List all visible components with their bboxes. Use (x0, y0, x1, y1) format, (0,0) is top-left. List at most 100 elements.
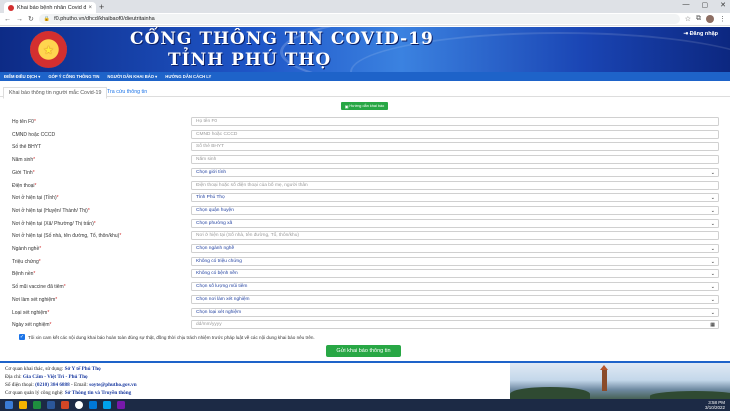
chrome-icon[interactable] (75, 401, 83, 409)
tab-tra-cuu[interactable]: Tra cứu thông tin (102, 87, 152, 97)
os-taskbar: 3:58 PM 3/10/2022 (0, 399, 730, 411)
bookmark-star-icon[interactable]: ☆ (685, 15, 691, 23)
extensions-icon[interactable]: ⧉ (696, 15, 701, 23)
text-field[interactable]: Số thẻ BHYT (191, 142, 719, 152)
word-icon[interactable] (47, 401, 55, 409)
field-label: Năm sinh* (12, 157, 36, 164)
login-link[interactable]: ⇥ Đăng nhập (683, 31, 718, 37)
login-icon: ⇥ (683, 31, 689, 37)
reload-icon[interactable]: ↻ (28, 15, 34, 23)
chevron-down-icon: ⌄ (710, 271, 715, 278)
select-field[interactable]: Chọn ngành nghề ⌄ (191, 244, 719, 253)
consent-row: ✓ Tôi xin cam kết các nội dung khai báo … (19, 334, 315, 340)
maximize-button[interactable]: ▢ (702, 1, 709, 9)
submit-button[interactable]: Gửi khai báo thông tin (326, 345, 401, 357)
chevron-down-icon: ⌄ (710, 296, 715, 303)
text-field[interactable]: Điện thoại hoặc số điện thoại của bố mẹ,… (191, 180, 719, 190)
form-row: CMND hoặc CCCD CMND hoặc CCCD (0, 129, 730, 140)
banner-title-line2: TỈNH PHÚ THỌ (168, 50, 332, 70)
footer-line-agency: Cơ quan khai thác, sử dụng: Sở Y tế Phú … (5, 366, 101, 372)
field-label: Nơi ở hiện tại (Huyện/ Thành/ Thị)* (12, 207, 90, 214)
footer-line-address: Địa chỉ: Gia Cẩm - Việt Trì - Phú Thọ (5, 374, 88, 380)
form-row: Giới Tính* Chọn giới tính ⌄ (0, 167, 730, 178)
field-label: Ngày xét nghiệm* (12, 322, 52, 329)
select-field[interactable]: Chọn nơi làm xét nghiệm ⌄ (191, 294, 719, 304)
chevron-down-icon: ⌄ (710, 258, 715, 265)
select-field[interactable]: Không có bệnh nền ⌄ (191, 269, 719, 279)
province-emblem-icon[interactable]: ★ (30, 31, 67, 68)
edge-icon[interactable] (89, 401, 97, 409)
form-row: Nơi làm xét nghiệm* Chọn nơi làm xét nghi… (0, 294, 730, 305)
excel-icon[interactable] (33, 401, 41, 409)
guide-button[interactable]: ▣ Hướng dẫn khai báo (341, 102, 388, 110)
profile-avatar[interactable] (706, 15, 714, 23)
file-explorer-icon[interactable] (19, 401, 27, 409)
select-field[interactable]: Chọn quận huyện ⌄ (191, 205, 719, 215)
minimize-button[interactable]: — (683, 1, 690, 9)
nav-item-nguoi-dan-khai-bao[interactable]: NGƯỜI DÂN KHAI BÁO ▾ (107, 74, 157, 79)
start-icon[interactable] (5, 401, 13, 409)
url-text: f0.phutho.vn/dhcd/khaibaof0/dieutritainh… (54, 16, 155, 22)
chevron-down-icon: ⌄ (710, 207, 715, 214)
menu-icon[interactable]: ⋮ (719, 15, 726, 23)
field-label: Nơi ở hiện tại (Tỉnh)* (12, 195, 59, 202)
lock-icon: 🔒 (43, 16, 51, 22)
text-field[interactable]: CMND hoặc CCCD (191, 129, 719, 139)
form-row: Họ tên F0* Họ tên F0 (0, 117, 730, 127)
powerpoint-icon[interactable] (61, 401, 69, 409)
form-row: Nơi ở hiện tại (Tỉnh)* Tỉnh Phú Thọ ⌄ (0, 193, 730, 203)
footer-line-contact: Số điện thoại: (0210) 384 6888 - Email: … (5, 382, 137, 388)
date-field[interactable]: dd/mm/yyyy ▦ (191, 320, 719, 330)
select-field[interactable]: Không có triệu chứng ⌄ (191, 256, 719, 266)
new-tab-button[interactable]: + (99, 2, 104, 12)
form-row: Bệnh nền* Không có bệnh nền ⌄ (0, 269, 730, 279)
nav-item-gop-y[interactable]: GÓP Ý CỔNG THÔNG TIN (48, 74, 99, 79)
nav-item-diem-dieu-dich[interactable]: ĐIỂM ĐIỀU DỊCH ▾ (4, 74, 40, 79)
select-field[interactable]: Chọn số lượng mũi tiêm ⌄ (191, 282, 719, 292)
form-tabs: Khai báo thông tin người mắc Covid-19 Tr… (0, 86, 730, 99)
app-icon[interactable] (117, 401, 125, 409)
address-bar[interactable]: 🔒 f0.phutho.vn/dhcd/khaibaof0/dieutritai… (38, 14, 680, 24)
form-row: Nơi ở hiện tại (Xã/ Phường/ Thị trấn)* Ch… (0, 218, 730, 229)
close-tab-icon[interactable]: × (88, 5, 92, 11)
field-label: Loại xét nghiệm* (12, 309, 50, 316)
consent-text: Tôi xin cam kết các nội dung khai báo ho… (28, 334, 315, 340)
forward-icon[interactable]: → (16, 16, 23, 23)
site-banner: ★ CỔNG THÔNG TIN COVID-19 TỈNH PHÚ THỌ ⇥… (0, 27, 730, 72)
browser-tab[interactable]: Khai báo bệnh nhân Covid điều... × (4, 2, 96, 13)
clock-date: 3/10/2022 (704, 405, 725, 410)
form-row: Số mũi vaccine đã tiêm* Chọn số lượng mũi… (0, 282, 730, 292)
field-label: Họ tên F0* (12, 119, 36, 125)
field-label: Số thẻ BHYT (12, 144, 42, 151)
field-label: Số mũi vaccine đã tiêm* (12, 284, 66, 291)
form-row: Năm sinh* Năm sinh (0, 155, 730, 165)
form-row: Triệu chứng* Không có triệu chứng ⌄ (0, 256, 730, 267)
select-field[interactable]: Chọn phường xã ⌄ (191, 218, 719, 228)
field-label: Bệnh nền* (12, 271, 36, 278)
chevron-down-icon: ⌄ (710, 169, 715, 176)
text-field[interactable]: Năm sinh (191, 155, 719, 165)
back-icon[interactable]: ← (4, 16, 11, 23)
site-favicon-icon (8, 4, 14, 11)
site-footer: Cơ quan khai thác, sử dụng: Sở Y tế Phú … (0, 361, 730, 399)
nav-item-huong-dan-cach-ly[interactable]: HƯỚNG DẪN CÁCH LY (165, 74, 211, 79)
chevron-down-icon: ⌄ (710, 284, 715, 291)
text-field[interactable]: Nơi ở hiện tại (Số nhà, tên đường, Tổ, t… (191, 231, 719, 241)
close-window-button[interactable]: ✕ (720, 1, 726, 9)
field-label: CMND hoặc CCCD (12, 131, 56, 138)
field-label: Nơi ở hiện tại (Số nhà, tên đường, Tổ, t… (12, 233, 122, 240)
field-label: Nơi làm xét nghiệm* (12, 296, 58, 303)
select-field[interactable]: Tỉnh Phú Thọ ⌄ (191, 193, 719, 203)
form-row: Ngành nghề* Chọn ngành nghề ⌄ (0, 244, 730, 254)
form-row: Ngày xét nghiệm* dd/mm/yyyy ▦ (0, 320, 730, 330)
select-field[interactable]: Chọn loại xét nghiệm ⌄ (191, 307, 719, 317)
tab-khai-bao[interactable]: Khai báo thông tin người mắc Covid-19 (3, 87, 108, 99)
zalo-icon[interactable] (103, 401, 111, 409)
select-field[interactable]: Chọn giới tính ⌄ (191, 167, 719, 177)
field-label: Nơi ở hiện tại (Xã/ Phường/ Thị trấn)* (12, 220, 96, 227)
browser-tab-title: Khai báo bệnh nhân Covid điều... (17, 4, 87, 11)
chevron-down-icon: ⌄ (710, 246, 715, 252)
consent-checkbox[interactable]: ✓ (19, 334, 25, 340)
text-field[interactable]: Họ tên F0 (191, 117, 719, 126)
system-clock[interactable]: 3:58 PM 3/10/2022 (705, 400, 725, 410)
